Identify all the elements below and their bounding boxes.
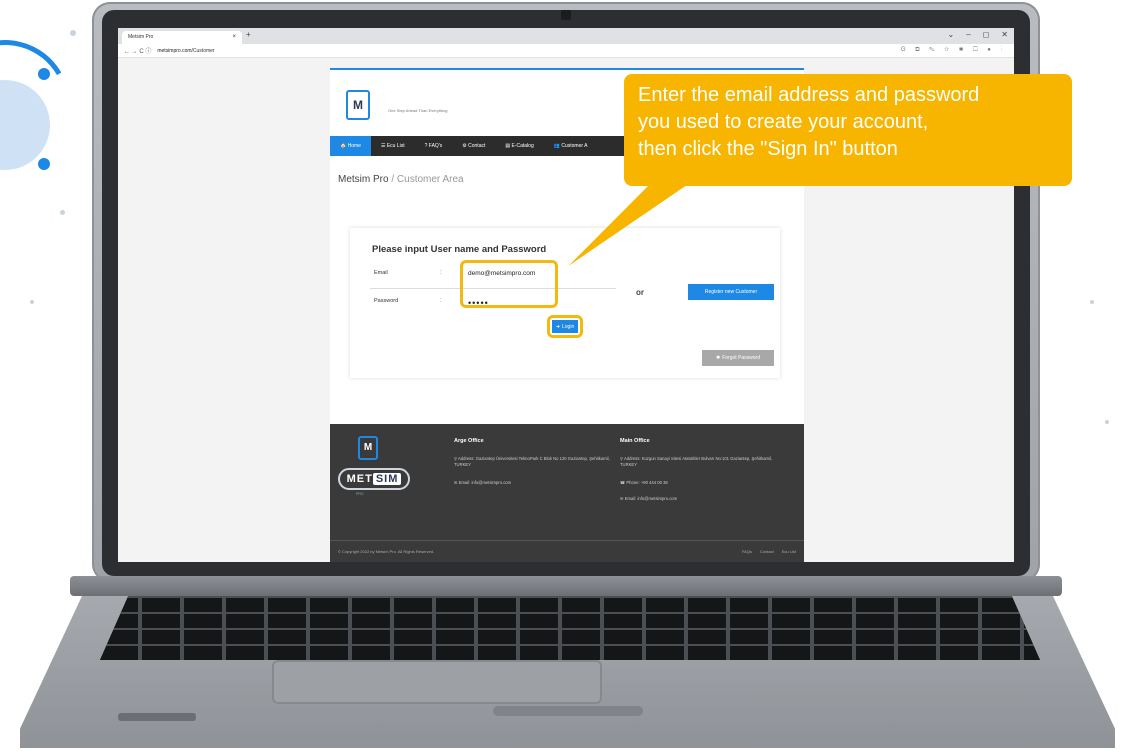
footer-link-contact[interactable]: Contact bbox=[760, 549, 774, 554]
maximize-icon[interactable]: ◻ bbox=[983, 30, 990, 39]
extension-icons[interactable]: G ⧉ ✎ ☆ ✱ ☐ ● ⋮ bbox=[901, 47, 1006, 54]
nav-item-e-catalog[interactable]: ▤ E-Catalog bbox=[495, 136, 543, 156]
brand-met: MET bbox=[346, 473, 373, 485]
browser-tab[interactable]: Metsim Pro × bbox=[122, 31, 242, 44]
laptop-hinge bbox=[70, 576, 1062, 596]
nav-item-ecu-list[interactable]: ☰ Ecu List bbox=[371, 136, 415, 156]
instruction-callout: Enter the email address and password you… bbox=[624, 74, 1072, 186]
callout-line-1: Enter the email address and password bbox=[638, 84, 980, 106]
footer-logo: M bbox=[358, 436, 378, 460]
footer-brand: MET SIM bbox=[338, 468, 410, 490]
browser-nav-icons[interactable]: ← → C ⓘ bbox=[124, 46, 151, 55]
minimize-icon[interactable]: – bbox=[966, 30, 970, 39]
decorative-dot bbox=[70, 30, 76, 36]
forgot-password-label: Forgot Password bbox=[722, 355, 760, 361]
laptop-notch bbox=[493, 706, 643, 716]
nav-item-customer-area[interactable]: 👥 Customer A bbox=[544, 136, 598, 156]
main-email: ✉ Email: info@metsimpro.com bbox=[620, 496, 780, 502]
decorative-dot bbox=[1090, 300, 1094, 304]
breadcrumb: Metsim Pro / Customer Area bbox=[338, 174, 464, 185]
main-phone: ☎ Phone: +90 444 00 38 bbox=[620, 480, 780, 486]
site-tagline: One Step Ahead Than Everything bbox=[388, 108, 448, 113]
chevron-down-icon[interactable]: ⌄ bbox=[948, 30, 955, 39]
main-phone-text: Phone: +90 444 00 38 bbox=[626, 480, 668, 485]
arge-office-title: Arge Office bbox=[454, 438, 484, 444]
keyboard-rows bbox=[100, 596, 1040, 660]
browser-tab-bar: Metsim Pro × + ⌄ – ◻ ✕ bbox=[118, 28, 1014, 44]
decorative-dot bbox=[1105, 420, 1109, 424]
highlight-login bbox=[547, 315, 583, 338]
main-address: ⚲ Address: Kuzgun Sanayi Sitesi Atatürkl… bbox=[620, 456, 780, 468]
footer-bottom-bar: © Copyright 2022 by Metsim Pro. All Righ… bbox=[330, 540, 804, 562]
close-icon[interactable]: × bbox=[232, 34, 236, 44]
brand-sim: SIM bbox=[372, 473, 402, 485]
email-label: Email bbox=[374, 270, 388, 276]
breadcrumb-current: Customer Area bbox=[396, 174, 464, 185]
decorative-dot bbox=[60, 210, 65, 215]
url-host: metsimpro.com bbox=[157, 47, 192, 54]
browser-toolbar: ← → C ⓘ metsimpro.com/Customer G ⧉ ✎ ☆ ✱… bbox=[118, 44, 1014, 58]
key-icon: ✱ bbox=[716, 355, 721, 361]
site-footer: M MET SIM PRO Arge Office ⚲ Address: Gazi… bbox=[330, 424, 804, 562]
main-address-text: Address: Kuzgun Sanayi Sitesi Atatürkler… bbox=[620, 456, 773, 467]
arge-email: ✉ Email: info@metsimpro.com bbox=[454, 480, 614, 486]
or-separator: or bbox=[636, 288, 644, 297]
highlight-credentials bbox=[460, 260, 558, 308]
copyright: © Copyright 2022 by Metsim Pro. All Righ… bbox=[338, 549, 435, 554]
login-heading: Please input User name and Password bbox=[372, 244, 547, 255]
scene: Metsim Pro × + ⌄ – ◻ ✕ ← → C ⓘ metsimpro… bbox=[0, 0, 1131, 751]
decorative-node bbox=[38, 158, 50, 170]
password-colon: : bbox=[440, 298, 442, 304]
callout-line-3: then click the "Sign In" button bbox=[638, 138, 898, 160]
card-slot bbox=[118, 713, 196, 721]
address-bar[interactable]: metsimpro.com/Customer bbox=[157, 48, 214, 54]
main-email-text[interactable]: Email: info@metsimpro.com bbox=[625, 496, 677, 501]
window-controls: ⌄ – ◻ ✕ bbox=[948, 30, 1009, 39]
login-card: Please input User name and Password Emai… bbox=[350, 228, 780, 378]
arge-address: ⚲ Address: Gaziantep Üniversitesi TeknoP… bbox=[454, 456, 614, 468]
breadcrumb-main[interactable]: Metsim Pro bbox=[338, 174, 389, 185]
footer-link-faqs[interactable]: FAQs bbox=[742, 549, 752, 554]
accent-line bbox=[330, 68, 804, 70]
site-logo[interactable]: M bbox=[346, 90, 370, 120]
decorative-dot bbox=[30, 300, 34, 304]
footer-links: FAQs Contact Ecu List bbox=[742, 549, 796, 554]
url-path: /Customer bbox=[191, 47, 215, 54]
email-colon: : bbox=[440, 270, 442, 276]
breadcrumb-sep: / bbox=[388, 174, 397, 185]
arge-email-text[interactable]: Email: info@metsimpro.com bbox=[459, 480, 511, 485]
callout-line-2: you used to create your account, bbox=[638, 111, 929, 133]
arge-address-text: Address: Gaziantep Üniversitesi TeknoPar… bbox=[454, 456, 610, 467]
nav-item-contact[interactable]: ⚙ Contact bbox=[452, 136, 495, 156]
forgot-password-button[interactable]: ✱ Forgot Password bbox=[702, 350, 774, 366]
decorative-node bbox=[38, 68, 50, 80]
touchpad bbox=[272, 660, 602, 704]
webcam-icon bbox=[561, 10, 571, 20]
footer-link-ecu-list[interactable]: Ecu List bbox=[782, 549, 796, 554]
tab-title: Metsim Pro bbox=[128, 34, 154, 40]
brand-sub: PRO bbox=[356, 492, 364, 496]
nav-item-home[interactable]: 🏠 Home bbox=[330, 136, 371, 156]
register-button[interactable]: Register new Customer bbox=[688, 284, 774, 300]
password-label: Password bbox=[374, 298, 399, 304]
nav-item-faqs[interactable]: ? FAQ's bbox=[415, 136, 453, 156]
new-tab-button[interactable]: + bbox=[246, 30, 251, 39]
close-window-icon[interactable]: ✕ bbox=[1001, 30, 1008, 39]
main-office-title: Main Office bbox=[620, 438, 650, 444]
